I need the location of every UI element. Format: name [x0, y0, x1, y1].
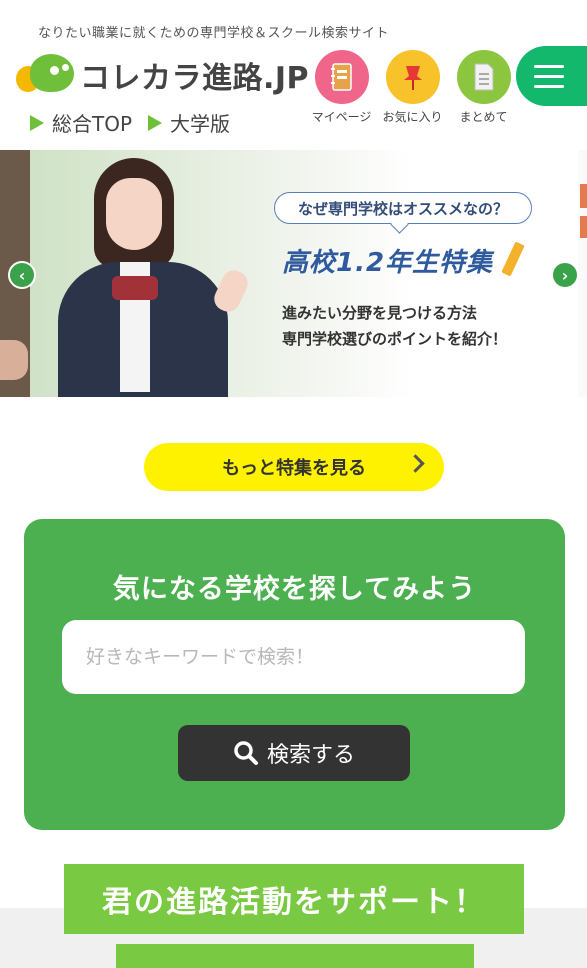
- search-title: 気になる学校を探してみよう: [112, 574, 477, 605]
- keyword-search-input[interactable]: [62, 620, 525, 694]
- chevron-right-icon: ›: [561, 265, 569, 285]
- pencil-icon: [501, 241, 525, 277]
- bulk-request-button[interactable]: まとめて: [448, 50, 519, 125]
- notebook-icon: [314, 50, 369, 104]
- link-general-top[interactable]: 総合TOP: [30, 108, 132, 137]
- chevron-right-icon: [406, 454, 425, 473]
- chevron-left-icon: ‹: [18, 265, 26, 285]
- feature-desc-line: 進みたい分野を見つける方法: [282, 304, 478, 322]
- feature-title: 高校1.2年生特集: [277, 242, 512, 279]
- logo-mark-icon: [16, 52, 76, 98]
- mypage-button[interactable]: マイページ: [306, 50, 377, 125]
- link-university-edition-label: 大学版: [170, 112, 231, 136]
- site-links: 総合TOP 大学版: [30, 108, 230, 137]
- carousel-next-button[interactable]: ›: [551, 261, 579, 289]
- favorites-button[interactable]: お気に入り: [377, 50, 448, 125]
- menu-line: [534, 84, 564, 88]
- search-button[interactable]: 検索する: [178, 725, 410, 781]
- bulk-request-label: まとめて: [459, 110, 508, 124]
- header-icon-nav: マイページ お気に入り まとめて: [306, 50, 519, 125]
- favorites-label: お気に入り: [382, 110, 443, 124]
- carousel-prev-button[interactable]: ‹: [8, 261, 36, 289]
- mypage-label: マイページ: [311, 110, 372, 124]
- hamburger-menu-button[interactable]: [516, 46, 587, 106]
- carousel-next-slide-peek: [578, 150, 587, 397]
- student-photo: [42, 150, 292, 397]
- site-tagline: なりたい職業に就くための専門学校＆スクール検索サイト: [38, 26, 390, 41]
- school-search-panel: 気になる学校を探してみよう 検索する: [24, 519, 565, 830]
- support-sub-banner: [116, 944, 474, 968]
- feature-desc-line: 専門学校選びのポイントを紹介！: [282, 330, 508, 348]
- feature-description: 進みたい分野を見つける方法 専門学校選びのポイントを紹介！: [282, 300, 507, 352]
- carousel-slide[interactable]: なぜ専門学校はオススメなの？ 高校1.2年生特集 進みたい分野を見つける方法 専…: [30, 150, 578, 397]
- document-icon: [456, 50, 511, 104]
- menu-line: [534, 74, 564, 78]
- triangle-right-icon: [148, 114, 163, 131]
- feature-carousel[interactable]: なぜ専門学校はオススメなの？ 高校1.2年生特集 進みたい分野を見つける方法 専…: [0, 150, 587, 397]
- pushpin-icon: [385, 50, 440, 104]
- see-more-features-label: もっと特集を見る: [222, 458, 366, 479]
- logo-text: コレカラ進路.JP: [80, 61, 310, 96]
- support-banner: 君の進路活動をサポート！: [64, 864, 524, 934]
- site-logo[interactable]: コレカラ進路.JP: [16, 52, 309, 98]
- triangle-right-icon: [30, 114, 44, 131]
- search-icon: [234, 741, 258, 765]
- menu-line: [534, 64, 564, 68]
- link-general-top-label: 総合TOP: [52, 112, 133, 136]
- search-button-label: 検索する: [266, 743, 355, 768]
- see-more-features-button[interactable]: もっと特集を見る: [144, 443, 444, 491]
- speech-bubble: なぜ専門学校はオススメなの？: [274, 192, 532, 224]
- link-university-edition[interactable]: 大学版: [148, 108, 230, 137]
